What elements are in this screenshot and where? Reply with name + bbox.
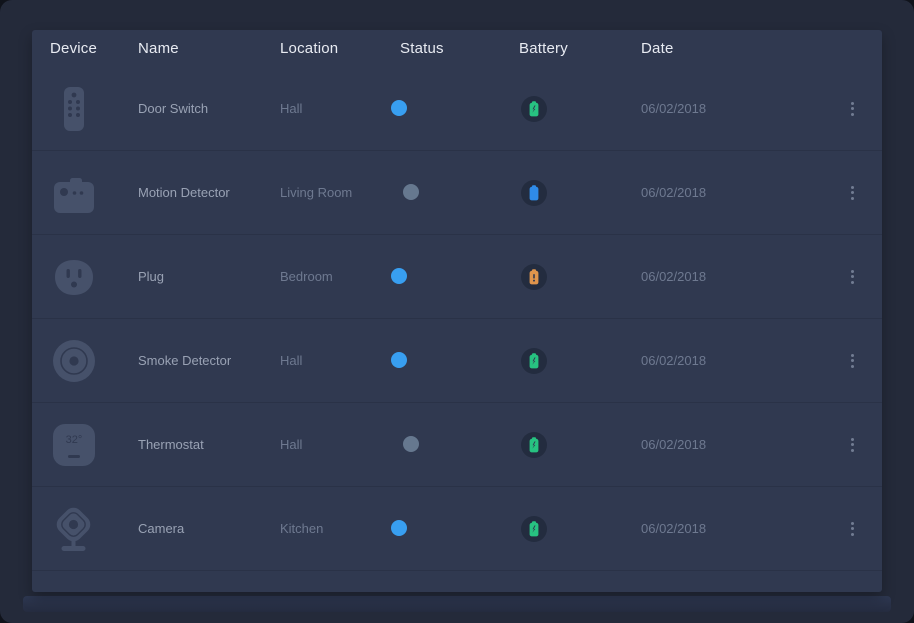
device-location: Hall — [280, 101, 400, 116]
stacked-card-strip — [23, 596, 891, 612]
plug-icon — [50, 253, 98, 301]
device-name: Motion Detector — [138, 185, 280, 200]
battery-indicator — [521, 516, 547, 542]
table-row: Motion Detector Living Room 06/02/2018 — [32, 151, 882, 235]
column-header-battery: Battery — [519, 40, 641, 57]
thermostat-icon: 32° — [50, 421, 98, 469]
toggle-knob — [391, 100, 407, 116]
row-menu-button[interactable] — [842, 519, 862, 539]
row-menu-button[interactable] — [842, 99, 862, 119]
device-location: Hall — [280, 437, 400, 452]
column-header-name: Name — [138, 40, 280, 57]
device-icon-cell — [50, 253, 138, 301]
device-date: 06/02/2018 — [641, 101, 814, 116]
battery-icon — [521, 348, 547, 374]
camera-icon — [50, 505, 98, 553]
device-name: Plug — [138, 269, 280, 284]
motion-detector-icon — [50, 169, 98, 217]
smoke-detector-icon — [50, 337, 98, 385]
device-location: Bedroom — [280, 269, 400, 284]
device-name: Smoke Detector — [138, 353, 280, 368]
battery-icon — [521, 264, 547, 290]
device-location: Kitchen — [280, 521, 400, 536]
device-table-card: Device Name Location Status Battery Date… — [32, 30, 882, 592]
device-date: 06/02/2018 — [641, 437, 814, 452]
device-icon-cell — [50, 85, 138, 133]
column-header-device: Device — [50, 40, 138, 57]
device-location: Hall — [280, 353, 400, 368]
row-menu-button[interactable] — [842, 435, 862, 455]
column-header-date: Date — [641, 40, 814, 57]
column-header-location: Location — [280, 40, 400, 57]
battery-indicator — [521, 348, 547, 374]
table-row: Door Switch Hall 06/02/2018 — [32, 67, 882, 151]
table-row: Plug Bedroom 06/02/2018 — [32, 235, 882, 319]
battery-indicator — [521, 264, 547, 290]
table-row: Camera Kitchen 06/02/2018 — [32, 487, 882, 571]
battery-indicator — [521, 180, 547, 206]
battery-indicator — [521, 96, 547, 122]
toggle-knob — [403, 436, 419, 452]
device-name: Door Switch — [138, 101, 280, 116]
toggle-knob — [391, 352, 407, 368]
row-menu-button[interactable] — [842, 183, 862, 203]
thermostat-temp: 32° — [66, 434, 83, 446]
battery-icon — [521, 432, 547, 458]
table-body: Door Switch Hall 06/02/2018 Motion Detec… — [32, 67, 882, 571]
battery-icon — [521, 96, 547, 122]
device-date: 06/02/2018 — [641, 269, 814, 284]
device-icon-cell — [50, 169, 138, 217]
table-row: 32° Thermostat Hall 06/02/2018 — [32, 403, 882, 487]
device-date: 06/02/2018 — [641, 521, 814, 536]
app-background: Device Name Location Status Battery Date… — [0, 0, 914, 623]
device-icon-cell: 32° — [50, 421, 138, 469]
battery-indicator — [521, 432, 547, 458]
device-date: 06/02/2018 — [641, 353, 814, 368]
toggle-knob — [391, 520, 407, 536]
table-row: Smoke Detector Hall 06/02/2018 — [32, 319, 882, 403]
row-menu-button[interactable] — [842, 267, 862, 287]
toggle-knob — [391, 268, 407, 284]
device-icon-cell — [50, 505, 138, 553]
device-name: Thermostat — [138, 437, 280, 452]
device-date: 06/02/2018 — [641, 185, 814, 200]
device-location: Living Room — [280, 185, 400, 200]
device-icon-cell — [50, 337, 138, 385]
battery-icon — [521, 180, 547, 206]
row-menu-button[interactable] — [842, 351, 862, 371]
device-name: Camera — [138, 521, 280, 536]
toggle-knob — [403, 184, 419, 200]
column-header-status: Status — [400, 40, 519, 57]
battery-icon — [521, 516, 547, 542]
table-header: Device Name Location Status Battery Date — [32, 30, 882, 67]
remote-icon — [50, 85, 98, 133]
